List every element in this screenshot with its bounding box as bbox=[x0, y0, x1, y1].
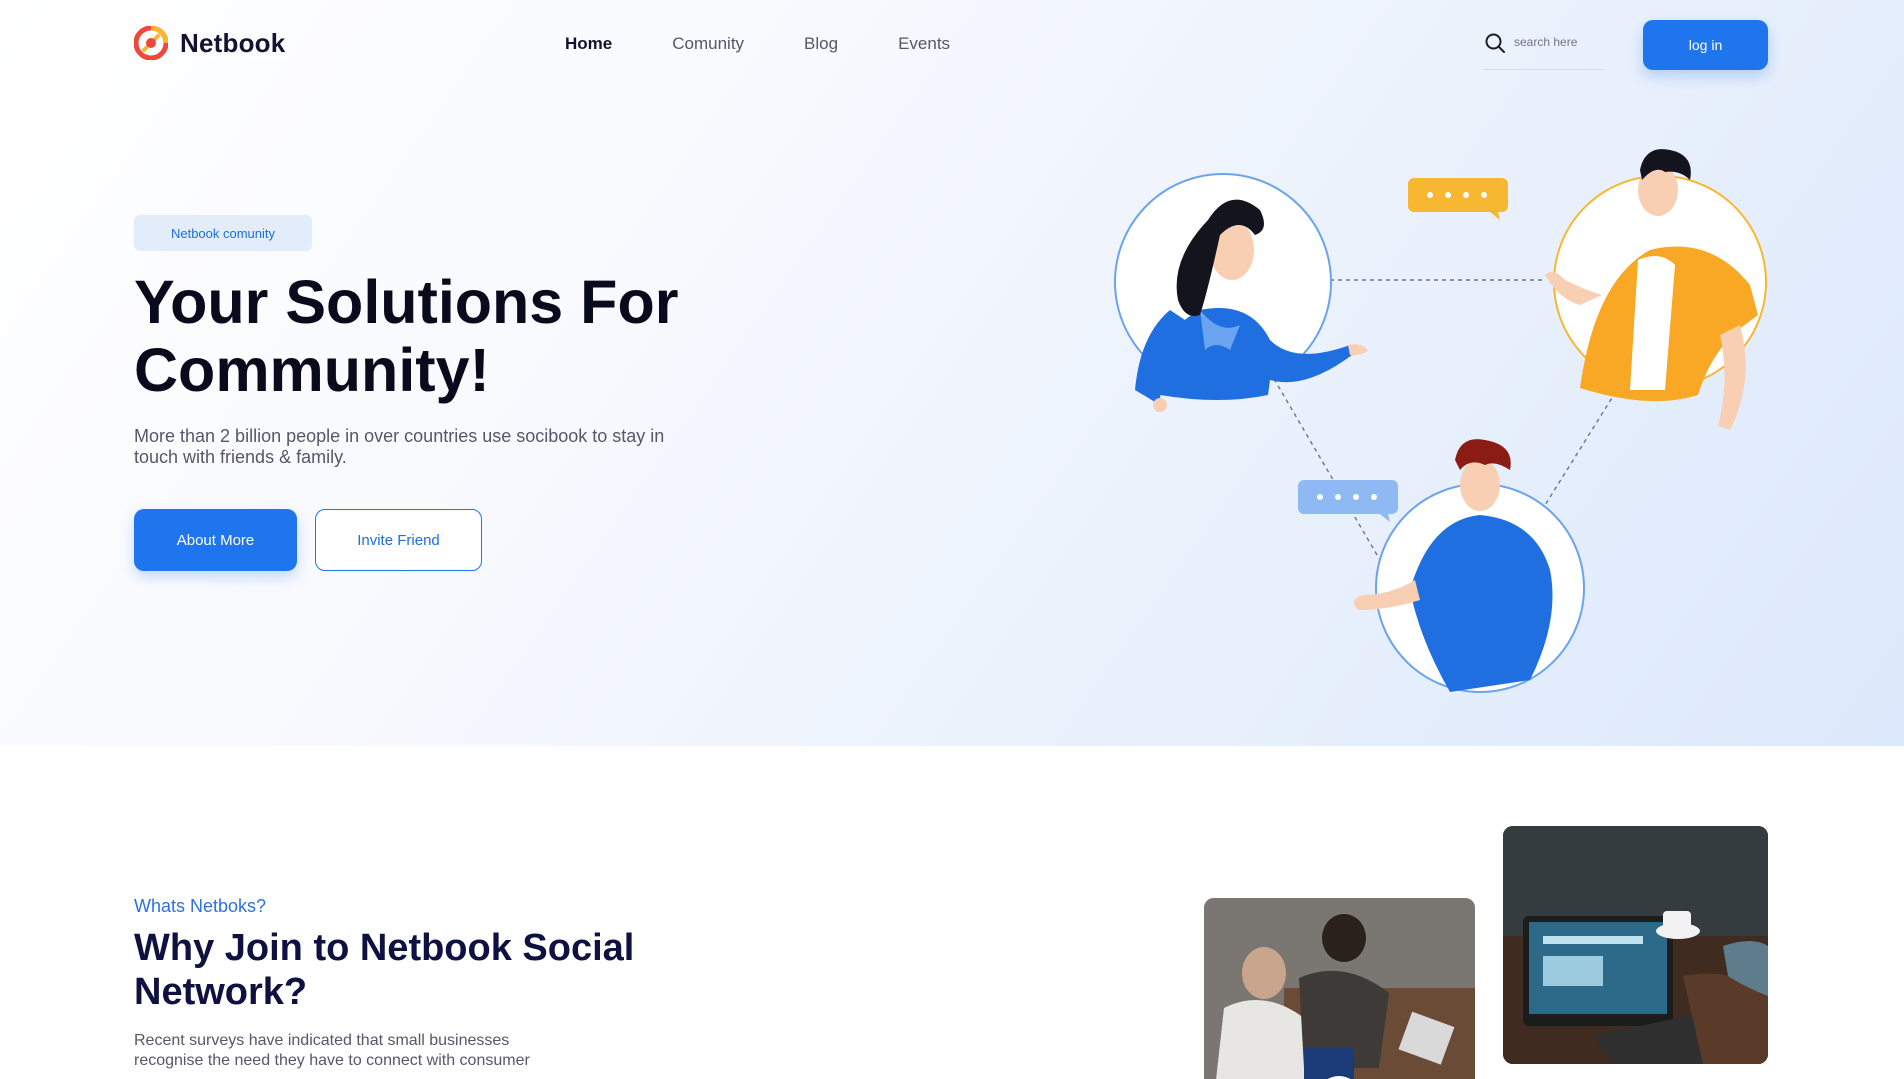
brand-name: Netbook bbox=[180, 27, 286, 58]
search-input[interactable] bbox=[1514, 35, 1594, 49]
nav-community[interactable]: Comunity bbox=[672, 34, 744, 54]
woman-avatar bbox=[1114, 173, 1368, 412]
nav-events[interactable]: Events bbox=[898, 34, 950, 54]
community-illustration bbox=[1114, 149, 1767, 693]
logo-icon bbox=[134, 26, 168, 60]
team-meeting-photo bbox=[1204, 898, 1475, 1079]
invite-friend-button[interactable]: Invite Friend bbox=[315, 509, 482, 571]
search-icon[interactable] bbox=[1484, 32, 1506, 54]
chat-bubble-orange bbox=[1408, 178, 1508, 220]
nav-home[interactable]: Home bbox=[565, 34, 612, 54]
nav-blog[interactable]: Blog bbox=[804, 34, 838, 54]
man-blue-avatar bbox=[1354, 439, 1585, 693]
login-button[interactable]: log in bbox=[1643, 20, 1768, 70]
brand-logo[interactable]: Netbook bbox=[134, 26, 285, 60]
man-orange-avatar bbox=[1545, 149, 1767, 430]
section-title: Why Join to Netbook Social Network? bbox=[134, 927, 635, 1013]
hero-subtitle: More than 2 billion people in over count… bbox=[134, 426, 665, 467]
section-eyebrow: Whats Netboks? bbox=[134, 896, 267, 916]
about-more-button[interactable]: About More bbox=[134, 509, 297, 571]
community-badge: Netbook comunity bbox=[134, 215, 312, 251]
main-nav: Home Comunity Blog Events bbox=[565, 34, 950, 54]
chat-bubble-blue bbox=[1298, 480, 1398, 522]
laptop-coffee-photo bbox=[1503, 826, 1768, 1064]
search-box bbox=[1484, 32, 1604, 70]
section-body: Recent surveys have indicated that small… bbox=[134, 1032, 530, 1069]
hero-title: Your Solutions For Community! bbox=[134, 268, 679, 404]
